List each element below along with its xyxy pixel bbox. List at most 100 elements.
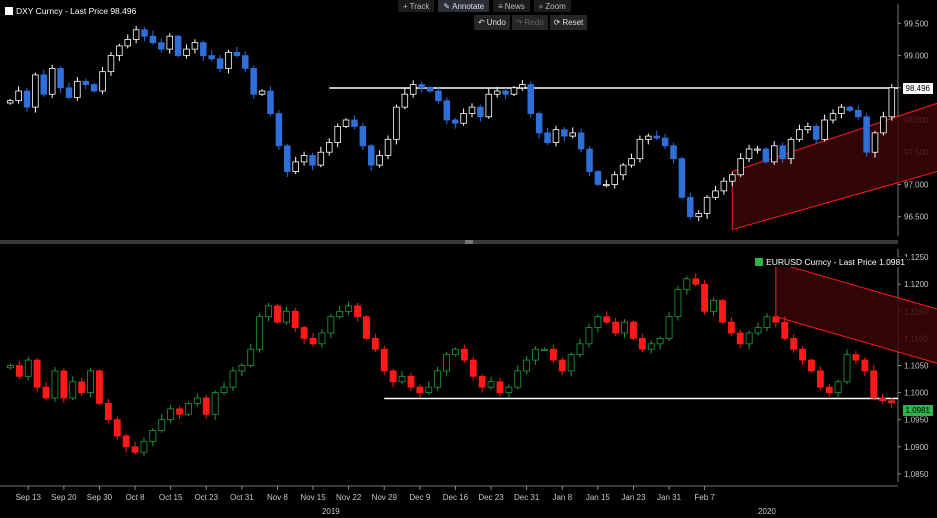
- eurusd-legend: EURUSD Curncy - Last Price 1.0981: [753, 257, 907, 267]
- candle-body: [334, 126, 341, 143]
- candle-body: [371, 338, 379, 350]
- redo-button[interactable]: ↷ Redo: [511, 15, 548, 30]
- candle-body: [354, 305, 361, 318]
- candle-body: [736, 332, 744, 345]
- candle-body: [6, 100, 14, 104]
- candle-body: [96, 370, 103, 404]
- candle-body: [183, 48, 190, 56]
- candle-body: [149, 430, 157, 442]
- candle-body: [265, 305, 272, 318]
- candle-body: [460, 113, 467, 124]
- candle-body: [703, 196, 711, 214]
- x-tick-label: Dec 23: [478, 493, 504, 502]
- undo-button[interactable]: ↶ Undo: [474, 15, 510, 30]
- y-tick-label: 1.1200: [904, 280, 929, 289]
- x-tick-label: Jan 23: [621, 493, 646, 502]
- candle-body: [745, 332, 753, 345]
- candle-body: [674, 289, 682, 318]
- candle-body: [342, 119, 350, 127]
- candle-body: [636, 138, 644, 160]
- dxy-last-price-label: 98.496: [902, 83, 933, 94]
- candle-body: [15, 90, 22, 102]
- y-tick-label: 99.500: [904, 19, 929, 28]
- candle-body: [325, 142, 333, 153]
- candle-body: [216, 58, 224, 69]
- candle-body: [603, 184, 610, 187]
- candle-body: [569, 132, 576, 137]
- candle-body: [790, 338, 798, 350]
- candle-body: [380, 348, 388, 372]
- candle-body: [834, 381, 842, 393]
- candle-body: [258, 90, 266, 95]
- candle-body: [317, 151, 325, 166]
- candle-body: [727, 321, 735, 334]
- candle-body: [116, 45, 123, 56]
- x-tick-label: Jan 31: [657, 493, 682, 502]
- y-tick-label: 1.1250: [904, 253, 929, 262]
- reset-icon: ⟳: [553, 18, 561, 27]
- candle-body: [861, 359, 869, 372]
- candle-body: [158, 419, 166, 431]
- candle-body: [409, 84, 417, 95]
- candle-body: [363, 316, 370, 339]
- candle-body: [318, 332, 326, 345]
- candle-body: [345, 305, 353, 312]
- zoom-button[interactable]: ⌕ Zoom: [533, 0, 571, 12]
- reset-button[interactable]: ⟳ Reset: [549, 15, 588, 30]
- candle-body: [24, 359, 32, 377]
- candle-body: [291, 310, 299, 328]
- candle-body: [247, 348, 255, 366]
- candle-body: [787, 138, 795, 160]
- candle-body: [796, 129, 803, 140]
- candle-body: [838, 106, 845, 114]
- x-tick-label: Sep 30: [87, 493, 113, 502]
- candle-body: [284, 145, 291, 172]
- candle-body: [401, 93, 409, 108]
- x-year-label: 2019: [322, 507, 340, 516]
- annotate-button[interactable]: ✎ Annotate: [438, 0, 490, 12]
- candle-body: [124, 39, 131, 47]
- candle-body: [113, 419, 121, 437]
- candle-body: [74, 80, 81, 98]
- candle-body: [229, 370, 237, 388]
- x-tick-label: Oct 31: [230, 493, 254, 502]
- x-tick-label: Oct 15: [159, 493, 183, 502]
- candle-body: [695, 213, 702, 218]
- candle-body: [460, 348, 468, 361]
- x-tick-label: Nov 29: [372, 493, 398, 502]
- y-tick-label: 1.1050: [904, 362, 929, 371]
- candle-body: [418, 84, 425, 89]
- y-tick-label: 1.0950: [904, 416, 929, 425]
- candle-body: [692, 278, 700, 285]
- news-button[interactable]: ≡ News: [493, 0, 530, 12]
- crosshair-icon: +: [403, 1, 408, 11]
- track-button[interactable]: + Track: [398, 0, 435, 12]
- candle-body: [425, 386, 433, 393]
- candle-body: [880, 116, 887, 134]
- candle-body: [612, 321, 620, 334]
- candle-body: [527, 84, 535, 114]
- candle-body: [65, 87, 73, 98]
- candle-body: [282, 310, 290, 323]
- candle-body: [846, 106, 854, 111]
- candle-body: [871, 132, 879, 153]
- candle-body: [558, 359, 566, 372]
- candle-body: [15, 365, 23, 377]
- candle-body: [561, 129, 568, 137]
- candle-body: [443, 100, 451, 121]
- candle-body: [389, 370, 397, 383]
- candle-body: [99, 71, 106, 92]
- candle-body: [238, 365, 246, 372]
- candle-body: [426, 87, 434, 92]
- candle-body: [485, 93, 493, 118]
- candle-body: [586, 148, 593, 172]
- eurusd-title: EURUSD Curncy - Last Price 1.0981: [766, 257, 905, 267]
- candle-body: [879, 397, 887, 402]
- news-icon: ≡: [498, 1, 503, 11]
- candle-body: [781, 321, 789, 339]
- candle-body: [754, 148, 761, 151]
- candle-body: [552, 129, 560, 143]
- candle-body: [762, 148, 770, 163]
- candle-body: [367, 145, 375, 166]
- candle-body: [576, 343, 584, 356]
